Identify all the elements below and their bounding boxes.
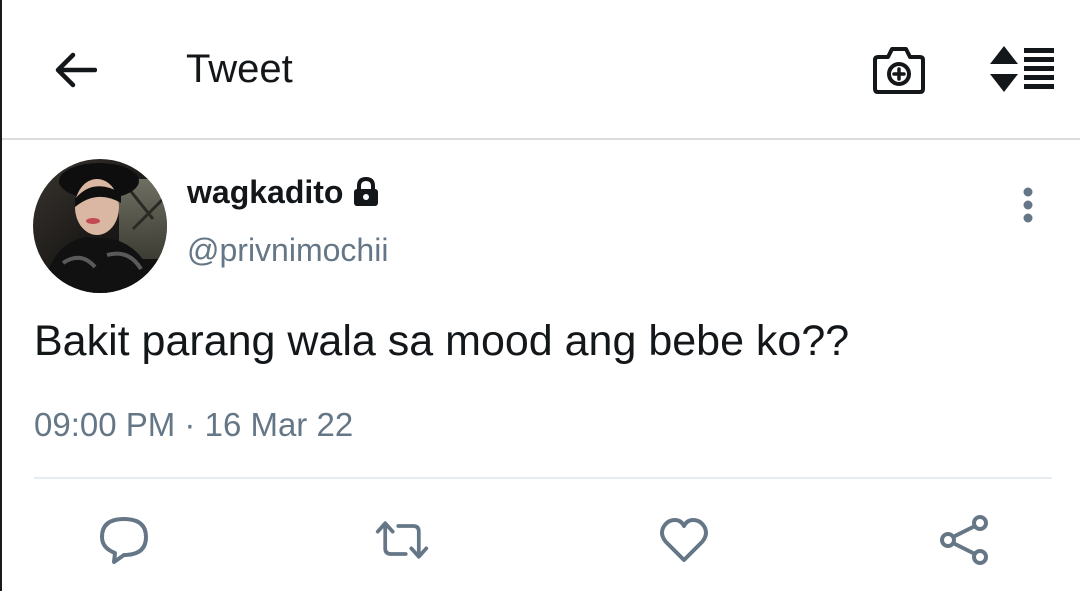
author-display-name[interactable]: wagkadito — [187, 170, 381, 214]
reply-icon — [100, 517, 148, 564]
retweet-icon — [375, 521, 429, 559]
top-app-bar: Tweet — [2, 0, 1080, 140]
reply-button[interactable] — [96, 512, 152, 568]
back-arrow-icon — [55, 52, 97, 88]
tweet-text: Bakit parang wala sa mood ang bebe ko?? — [34, 317, 850, 365]
page-title: Tweet — [186, 47, 293, 91]
profile-photo — [33, 159, 167, 293]
avatar[interactable] — [33, 159, 167, 293]
lock-icon — [354, 176, 379, 206]
like-icon — [660, 518, 708, 562]
camera-button[interactable] — [870, 40, 928, 98]
more-vertical-icon — [1023, 187, 1033, 223]
sort-button[interactable] — [986, 40, 1058, 98]
tweet-date: 16 Mar 22 — [204, 406, 354, 443]
divider — [34, 477, 1052, 479]
sort-order-icon — [990, 46, 1054, 92]
camera-add-icon — [873, 47, 925, 94]
share-icon — [940, 515, 988, 565]
like-button[interactable] — [656, 512, 712, 568]
display-name-text: wagkadito — [187, 174, 344, 210]
back-button[interactable] — [50, 48, 100, 92]
author-handle[interactable]: @privnimochii — [187, 228, 388, 272]
share-button[interactable] — [936, 512, 992, 568]
app-screen: Tweet wagkadito @privnimochii Bakit para… — [0, 0, 1080, 591]
tweet-time: 09:00 PM — [34, 406, 176, 443]
retweet-button[interactable] — [374, 512, 430, 568]
more-options-button[interactable] — [1008, 180, 1048, 230]
tweet-timestamp: 09:00 PM · 16 Mar 22 — [34, 402, 353, 448]
meta-separator: · — [184, 406, 196, 443]
